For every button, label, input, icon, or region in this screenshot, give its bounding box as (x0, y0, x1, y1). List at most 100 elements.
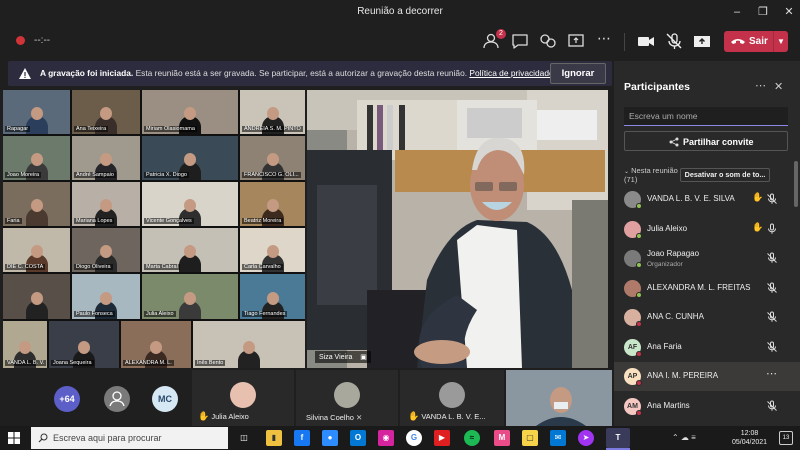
participant-video-tile[interactable]: Patricia X. Diogo (142, 136, 238, 180)
camera-button[interactable] (635, 31, 657, 51)
microphone-button[interactable] (663, 31, 685, 51)
presence-status-icon (636, 409, 642, 416)
participant-row[interactable]: ANA C. CUNHA (614, 303, 800, 332)
participant-video-tile[interactable]: Vicente Gonçalves (142, 182, 238, 226)
share-screen-tray-button[interactable] (565, 31, 587, 51)
mail-icon[interactable]: ✉ (550, 430, 566, 446)
facebook-icon[interactable]: f (294, 430, 310, 446)
close-panel-icon[interactable]: ✕ (774, 80, 783, 93)
taskbar-clock[interactable]: 12:08 05/04/2021 (732, 429, 767, 447)
leave-button[interactable]: Sair ▼ (724, 31, 788, 52)
mute-all-button[interactable]: Desativar o som de to... (680, 168, 770, 182)
leave-options-chevron-icon[interactable]: ▼ (773, 31, 788, 52)
more-actions-button[interactable]: ⋯ (593, 31, 615, 51)
privacy-policy-link[interactable]: Política de privacidade (469, 68, 553, 78)
maximize-button[interactable]: ❐ (754, 4, 772, 20)
participant-head (266, 292, 279, 305)
participant-head (266, 153, 279, 166)
participant-name: VANDA L. B. V. E. SILVA (647, 194, 735, 203)
participant-video-tile[interactable]: Joao Moreira (3, 136, 70, 180)
breakout-rooms-button[interactable] (537, 31, 559, 51)
more-participants-button[interactable]: +64 (54, 386, 80, 412)
strip-tile-vanda[interactable]: ✋ VANDA L. B. V. E... (400, 370, 504, 426)
participant-tile-name: ANDREIA S. M. PINTO (242, 126, 303, 132)
participant-video-tile[interactable]: Rapagar (3, 90, 70, 134)
chat-button[interactable] (509, 31, 531, 51)
sticky-notes-icon[interactable]: ▢ (522, 430, 538, 446)
search-icon (38, 433, 48, 443)
self-preview-video[interactable] (506, 370, 612, 426)
minimize-button[interactable]: – (728, 4, 746, 20)
close-window-button[interactable]: ✕ (780, 4, 798, 20)
participant-video-tile[interactable]: DIE C. COSTA (3, 228, 70, 272)
participant-video-tile[interactable]: Marta Cabral (142, 228, 238, 272)
main-speaker-video[interactable]: Siza Vieira ▣ (307, 90, 608, 368)
participant-row[interactable]: Julia Aleixo ✋ (614, 215, 800, 244)
participant-row[interactable]: AM Ana Martins (614, 392, 800, 421)
participants-badge: 2 (496, 29, 506, 39)
share-content-button[interactable] (691, 31, 713, 51)
participant-tile-name: DIE C. COSTA (5, 264, 46, 270)
share-invite-button[interactable]: Partilhar convite (624, 131, 788, 151)
outlook-icon[interactable]: O (350, 430, 366, 446)
mic-muted-icon (666, 33, 682, 49)
windows-start-icon[interactable] (8, 432, 20, 444)
in-meeting-section-header[interactable]: ⌄ Nesta reunião (71) (624, 166, 678, 184)
participant-video-tile[interactable]: VANDA L. B. V. (3, 321, 47, 368)
participant-row[interactable]: ALEXANDRA M. L. FREITAS (614, 274, 800, 303)
strip-tile-julia[interactable]: ✋ Julia Aleixo (192, 370, 294, 426)
participant-head (78, 341, 90, 354)
recording-notice-title: A gravação foi iniciada. (40, 68, 134, 78)
taskbar-search-box[interactable]: Escreva aqui para procurar (31, 427, 228, 449)
participant-video-tile[interactable]: Paulo Fonseca (72, 274, 140, 319)
participant-video-tile[interactable]: ANDREIA S. M. PINTO (240, 90, 305, 134)
zoom-icon[interactable]: ● (322, 430, 338, 446)
participant-video-tile[interactable]: Mariana Lopes (72, 182, 140, 226)
youtube-icon[interactable]: ▶ (434, 430, 450, 446)
participant-video-tile[interactable]: Miriam Olasiomama (142, 90, 238, 134)
strip-tile-silvina[interactable]: Silvina Coelho ✕ (296, 370, 398, 426)
file-explorer-icon[interactable]: ▮ (266, 430, 282, 446)
participant-avatar (439, 382, 465, 408)
participant-video-tile[interactable]: Inês Bento (193, 321, 305, 368)
mic-muted-icon (766, 340, 778, 352)
participant-row[interactable]: AF Ana Faria (614, 333, 800, 362)
participant-avatar (334, 382, 360, 408)
participant-video-tile[interactable]: André Sampaio (72, 136, 140, 180)
participant-video-tile[interactable]: Beatriz Moreira (240, 182, 305, 226)
participant-video-tile[interactable]: Ana Teixeira (72, 90, 140, 134)
ignore-button[interactable]: Ignorar (550, 63, 606, 84)
participant-video-tile[interactable] (3, 274, 70, 319)
instagram-icon[interactable]: ◉ (378, 430, 394, 446)
messenger-icon[interactable]: ➤ (578, 430, 594, 446)
panel-more-options-button[interactable]: ⋯ (755, 79, 766, 92)
teams-icon[interactable]: T (606, 428, 630, 448)
participant-row[interactable]: Joao Rapagao Organizador (614, 244, 800, 273)
participant-video-tile[interactable]: Faria (3, 182, 70, 226)
participant-video-tile[interactable]: Julia Aleixo (142, 274, 238, 319)
participant-video-tile[interactable]: Diogo Oliveira (72, 228, 140, 272)
participant-video-tile[interactable]: ALEXANDRA M. L. (121, 321, 191, 368)
participant-video-tile[interactable]: Joana Sequeira (49, 321, 119, 368)
participant-initials-avatar[interactable]: MC (152, 386, 178, 412)
participant-video-tile[interactable]: FRANCISCO G. OLI... (240, 136, 305, 180)
participant-video-tile[interactable]: Tiago Fernandes (240, 274, 305, 319)
participant-video-tile[interactable]: Carla Carvalho (240, 228, 305, 272)
m-app-icon[interactable]: M (494, 430, 510, 446)
spotify-icon[interactable]: ≈ (464, 430, 480, 446)
participant-row[interactable]: VANDA L. B. V. E. SILVA ✋ (614, 185, 800, 214)
participant-more-options-icon[interactable]: ⋯ (766, 367, 778, 380)
participant-name: Ana Martins (647, 400, 690, 410)
participant-row[interactable]: AP ANA I. M. PEREIRA ⋯ (614, 362, 800, 391)
chrome-icon[interactable]: G (406, 430, 422, 446)
notification-center-icon[interactable]: 13 (779, 431, 793, 445)
anonymous-participant-avatar[interactable] (104, 386, 130, 412)
participant-search-input[interactable] (624, 107, 788, 126)
task-view-icon[interactable]: ◫ (236, 430, 252, 446)
panel-title: Participantes (624, 81, 690, 93)
participant-tile-name: Joao Moreira (5, 172, 42, 178)
system-tray-icons[interactable]: ⌃ ☁ ≡ (672, 433, 696, 442)
presence-status-icon (636, 380, 642, 386)
participant-name: Joao Rapagao (647, 249, 700, 258)
show-participants-button[interactable]: 2 (481, 29, 506, 51)
